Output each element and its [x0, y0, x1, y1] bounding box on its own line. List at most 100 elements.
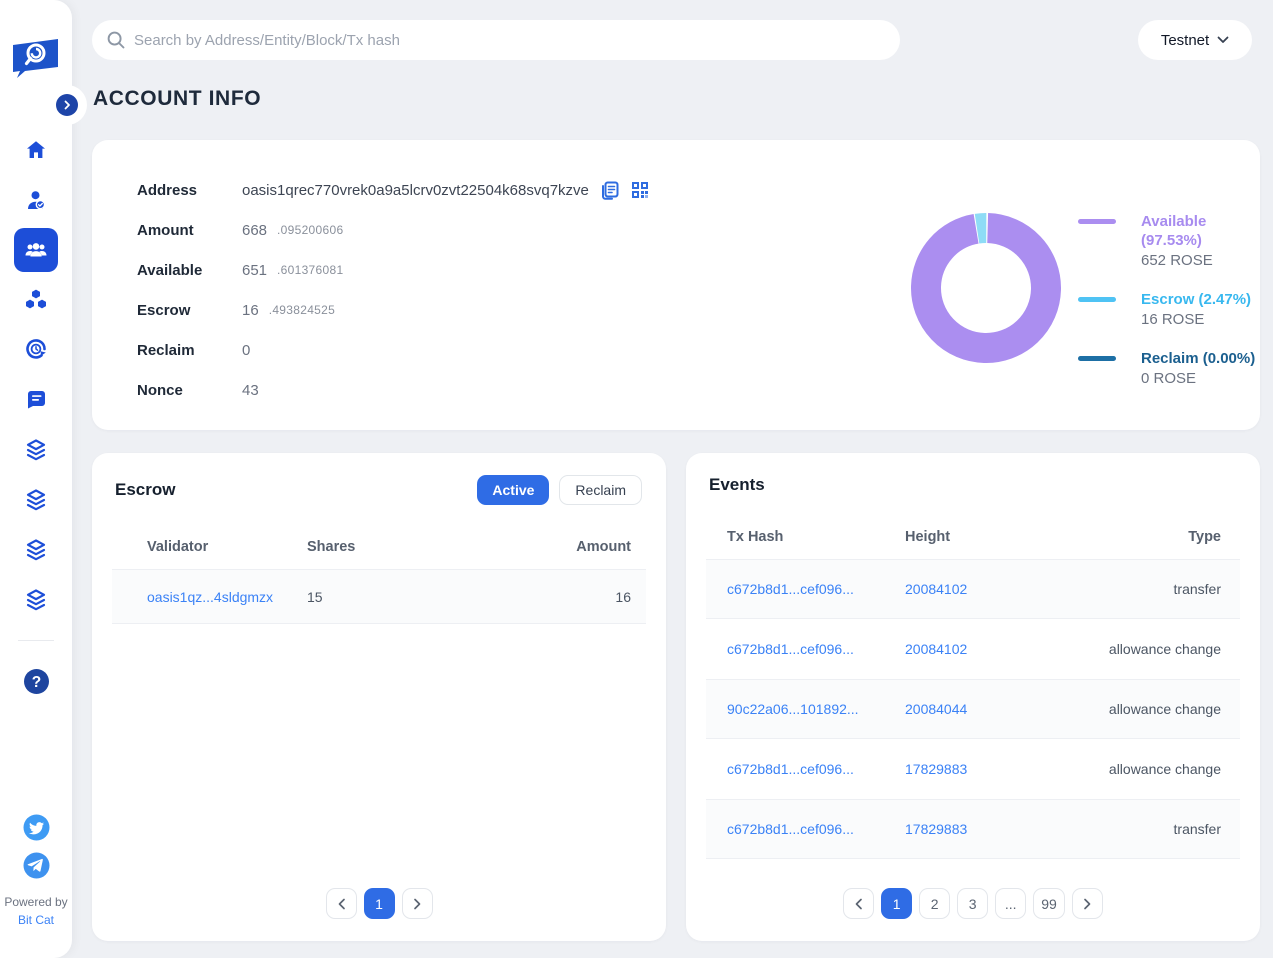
- field-label: Address: [137, 182, 242, 199]
- sidebar-divider: [18, 640, 54, 641]
- events-pagination: 1 2 3 ... 99: [686, 888, 1260, 919]
- sidebar-item-accounts[interactable]: [14, 228, 58, 272]
- next-page-button[interactable]: [402, 888, 433, 919]
- legend-item-available: Available (97.53%) 652 ROSE: [1078, 212, 1260, 271]
- chevron-left-icon: [854, 898, 863, 910]
- sidebar-item-help[interactable]: ?: [14, 659, 58, 703]
- escrow-frac: .493824525: [269, 303, 335, 317]
- page-button-2[interactable]: 2: [919, 888, 950, 919]
- sidebar-item-transactions[interactable]: [14, 327, 58, 371]
- search-icon: [106, 30, 126, 50]
- tab-active[interactable]: Active: [477, 475, 549, 505]
- app-logo[interactable]: [11, 36, 61, 82]
- height-link[interactable]: 20084102: [905, 641, 967, 657]
- account-field-reclaim: Reclaim 0: [137, 330, 697, 370]
- sidebar-item-paratime-2[interactable]: [14, 478, 58, 522]
- page-button-99[interactable]: 99: [1033, 888, 1065, 919]
- sidebar-item-paratime-1[interactable]: [14, 428, 58, 472]
- events-table-row: c672b8d1...cef096... 17829883 allowance …: [706, 739, 1240, 799]
- sidebar-item-proposals[interactable]: [14, 377, 58, 421]
- sidebar-item-home[interactable]: [14, 128, 58, 172]
- column-shares: Shares: [307, 539, 551, 555]
- prev-page-button[interactable]: [326, 888, 357, 919]
- event-type: allowance change: [1061, 641, 1221, 657]
- height-link[interactable]: 17829883: [905, 821, 967, 837]
- column-height: Height: [905, 529, 1061, 545]
- layers-icon: [23, 587, 49, 613]
- column-tx-hash: Tx Hash: [727, 529, 905, 545]
- events-table-row: c672b8d1...cef096... 20084102 transfer: [706, 559, 1240, 619]
- legend-label: Escrow (2.47%): [1141, 290, 1251, 309]
- field-label: Reclaim: [137, 342, 242, 359]
- legend-label: Reclaim (0.00%): [1141, 349, 1255, 368]
- layers-icon: [23, 437, 49, 463]
- page-button-1[interactable]: 1: [364, 888, 395, 919]
- tab-reclaim[interactable]: Reclaim: [559, 475, 642, 505]
- available-int: 651: [242, 262, 267, 279]
- page-ellipsis[interactable]: ...: [995, 888, 1026, 919]
- legend-amount: 16 ROSE: [1141, 309, 1251, 330]
- home-icon: [24, 138, 48, 162]
- copy-icon: [599, 180, 620, 201]
- validator-link[interactable]: oasis1qz...4sldgmzx: [147, 589, 273, 605]
- legend-amount: 0 ROSE: [1141, 368, 1255, 389]
- next-page-button[interactable]: [1072, 888, 1103, 919]
- sidebar-item-validators[interactable]: [14, 178, 58, 222]
- proposals-document-icon: [24, 387, 49, 412]
- shares-value: 15: [307, 589, 551, 605]
- telegram-icon: [23, 852, 50, 879]
- event-type: transfer: [1061, 821, 1221, 837]
- page-button-1[interactable]: 1: [881, 888, 912, 919]
- event-type: allowance change: [1061, 761, 1221, 777]
- tx-hash-link[interactable]: 90c22a06...101892...: [727, 701, 859, 717]
- chevron-right-icon: [413, 898, 422, 910]
- brand-link[interactable]: Bit Cat: [18, 913, 54, 927]
- height-link[interactable]: 17829883: [905, 761, 967, 777]
- escrow-title: Escrow: [115, 480, 175, 500]
- layers-icon: [23, 537, 49, 563]
- svg-text:?: ?: [31, 674, 40, 691]
- amount-value: 16: [551, 589, 631, 605]
- legend-marker-escrow: [1078, 297, 1116, 302]
- escrow-table-header: Validator Shares Amount: [112, 539, 646, 569]
- prev-page-button[interactable]: [843, 888, 874, 919]
- network-selector[interactable]: Testnet: [1138, 20, 1252, 60]
- social-twitter[interactable]: [14, 813, 58, 841]
- validator-person-check-icon: [24, 188, 49, 213]
- amount-int: 668: [242, 222, 267, 239]
- page-button-3[interactable]: 3: [957, 888, 988, 919]
- twitter-icon: [23, 814, 50, 841]
- events-table-row: c672b8d1...cef096... 20084102 allowance …: [706, 619, 1240, 679]
- blocks-cubes-icon: [23, 287, 49, 313]
- oasis-scan-logo-icon: [11, 36, 61, 82]
- field-label: Amount: [137, 222, 242, 239]
- search-input[interactable]: [134, 32, 886, 49]
- amount-frac: .095200606: [277, 223, 343, 237]
- sidebar-item-blocks[interactable]: [14, 278, 58, 322]
- nonce-value: 43: [242, 382, 259, 399]
- escrow-table-row: oasis1qz...4sldgmzx 15 16: [112, 569, 646, 624]
- available-frac: .601376081: [277, 263, 343, 277]
- column-validator: Validator: [147, 539, 307, 555]
- column-type: Type: [1061, 529, 1221, 545]
- escrow-tabs: Active Reclaim: [477, 475, 642, 505]
- qr-code-button[interactable]: [630, 180, 650, 200]
- copy-address-button[interactable]: [599, 180, 620, 201]
- legend-marker-available: [1078, 219, 1116, 224]
- sidebar-collapse-button[interactable]: [56, 94, 78, 116]
- tx-hash-link[interactable]: c672b8d1...cef096...: [727, 581, 854, 597]
- sidebar-item-paratime-4[interactable]: [14, 578, 58, 622]
- column-amount: Amount: [551, 539, 631, 555]
- sidebar-item-paratime-3[interactable]: [14, 528, 58, 572]
- tx-hash-link[interactable]: c672b8d1...cef096...: [727, 761, 854, 777]
- page-title: ACCOUNT INFO: [93, 87, 261, 111]
- height-link[interactable]: 20084102: [905, 581, 967, 597]
- social-telegram[interactable]: [14, 851, 58, 879]
- account-info-card: Address oasis1qrec770vrek0a9a5lcrv0zvt22…: [92, 140, 1260, 430]
- events-table-row: c672b8d1...cef096... 17829883 transfer: [706, 799, 1240, 859]
- tx-hash-link[interactable]: c672b8d1...cef096...: [727, 821, 854, 837]
- event-type: allowance change: [1061, 701, 1221, 717]
- height-link[interactable]: 20084044: [905, 701, 967, 717]
- legend-marker-reclaim: [1078, 356, 1116, 361]
- tx-hash-link[interactable]: c672b8d1...cef096...: [727, 641, 854, 657]
